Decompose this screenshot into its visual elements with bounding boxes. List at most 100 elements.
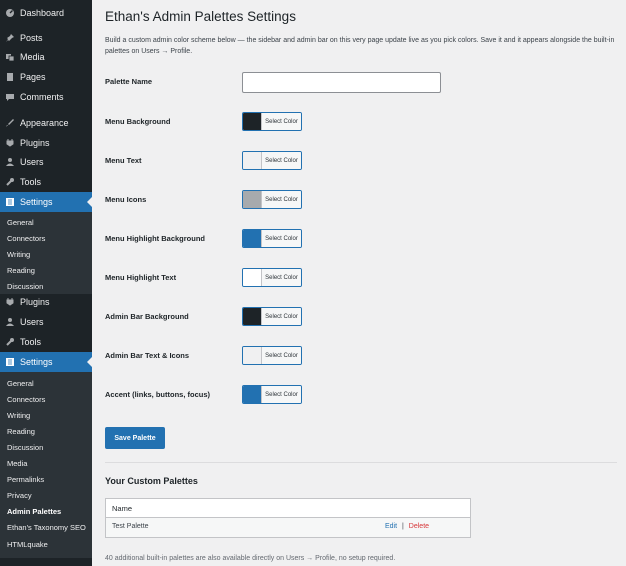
color-swatch bbox=[243, 152, 261, 169]
submenu-item-media[interactable]: Media bbox=[7, 459, 27, 469]
edit-link[interactable]: Edit bbox=[385, 523, 397, 530]
sidebar-item-users-2[interactable]: Users bbox=[0, 312, 92, 332]
select-color-button[interactable]: Select Color bbox=[261, 347, 301, 364]
table-row: Test Palette Edit | Delete bbox=[106, 518, 470, 537]
color-row-label: Admin Bar Background bbox=[105, 312, 189, 321]
sidebar-item-dashboard[interactable]: Dashboard bbox=[0, 3, 92, 23]
sidebar-label: Settings bbox=[20, 197, 53, 207]
custom-palettes-heading: Your Custom Palettes bbox=[105, 476, 198, 486]
color-row-label: Menu Background bbox=[105, 117, 171, 126]
comment-icon bbox=[5, 92, 15, 102]
submenu-item-htmlquake[interactable]: HTMLquake bbox=[7, 540, 48, 550]
palette-name-input[interactable] bbox=[242, 72, 441, 93]
sidebar-label: Media bbox=[20, 52, 45, 62]
dashboard-icon bbox=[5, 8, 15, 18]
color-row-label: Accent (links, buttons, focus) bbox=[105, 390, 211, 399]
page-description: Build a custom admin color scheme below … bbox=[105, 37, 615, 55]
sidebar-label: Users bbox=[20, 157, 44, 167]
color-swatch bbox=[243, 386, 261, 403]
color-swatch bbox=[243, 308, 261, 325]
wrench-icon bbox=[5, 177, 15, 187]
select-color-button[interactable]: Select Color bbox=[261, 386, 301, 403]
select-color-button[interactable]: Select Color bbox=[261, 191, 301, 208]
page-icon bbox=[5, 72, 15, 82]
sidebar-item-tools-2[interactable]: Tools bbox=[0, 332, 92, 352]
pin-icon bbox=[5, 33, 15, 43]
color-row-label: Admin Bar Text & Icons bbox=[105, 351, 190, 360]
submenu-item-discussion[interactable]: Discussion bbox=[7, 443, 43, 453]
delete-link[interactable]: Delete bbox=[409, 523, 429, 530]
sidebar-item-posts[interactable]: Posts bbox=[0, 28, 92, 48]
menu-icons-color-picker[interactable]: Select Color bbox=[242, 190, 302, 209]
main-content: Ethan's Admin Palettes Settings Build a … bbox=[92, 0, 626, 566]
sidebar-item-users[interactable]: Users bbox=[0, 152, 92, 172]
admin-bar-bg-color-picker[interactable]: Select Color bbox=[242, 307, 302, 326]
submenu-item-admin-palettes[interactable]: Admin Palettes bbox=[7, 507, 61, 517]
menu-text-color-picker[interactable]: Select Color bbox=[242, 151, 302, 170]
submenu-item-discussion[interactable]: Discussion bbox=[7, 282, 43, 292]
color-swatch bbox=[243, 191, 261, 208]
sidebar-item-plugins[interactable]: Plugins bbox=[0, 133, 92, 153]
action-separator: | bbox=[402, 523, 404, 530]
menu-background-color-picker[interactable]: Select Color bbox=[242, 112, 302, 131]
sidebar-label: Users bbox=[20, 317, 44, 327]
brush-icon bbox=[5, 118, 15, 128]
select-color-button[interactable]: Select Color bbox=[261, 269, 301, 286]
user-icon bbox=[5, 157, 15, 167]
sidebar-label: Posts bbox=[20, 33, 43, 43]
submenu-item-connectors[interactable]: Connectors bbox=[7, 234, 45, 244]
submenu-item-privacy[interactable]: Privacy bbox=[7, 491, 32, 501]
submenu-item-taxonomy-seo[interactable]: Ethan's Taxonomy SEO bbox=[7, 523, 86, 533]
submenu-item-general[interactable]: General bbox=[7, 218, 34, 228]
sidebar-item-settings-2[interactable]: Settings bbox=[0, 352, 92, 372]
color-row-label: Menu Highlight Text bbox=[105, 273, 177, 282]
menu-highlight-text-color-picker[interactable]: Select Color bbox=[242, 268, 302, 287]
settings-icon bbox=[5, 357, 15, 367]
plug-icon bbox=[5, 138, 15, 148]
admin-bar-text-color-picker[interactable]: Select Color bbox=[242, 346, 302, 365]
page-title: Ethan's Admin Palettes Settings bbox=[105, 9, 296, 24]
color-row-label: Menu Highlight Background bbox=[105, 234, 205, 243]
palette-name-cell: Test Palette bbox=[112, 523, 149, 530]
color-swatch bbox=[243, 113, 261, 130]
table-header-row: Name bbox=[106, 499, 470, 518]
user-icon bbox=[5, 317, 15, 327]
wrench-icon bbox=[5, 337, 15, 347]
sidebar-label: Pages bbox=[20, 72, 46, 82]
submenu-item-connectors[interactable]: Connectors bbox=[7, 395, 45, 405]
sidebar-item-settings[interactable]: Settings bbox=[0, 192, 92, 212]
sidebar-item-appearance[interactable]: Appearance bbox=[0, 113, 92, 133]
select-color-button[interactable]: Select Color bbox=[261, 152, 301, 169]
submenu-item-reading[interactable]: Reading bbox=[7, 427, 35, 437]
submenu-item-general[interactable]: General bbox=[7, 379, 34, 389]
submenu-item-permalinks[interactable]: Permalinks bbox=[7, 475, 44, 485]
save-palette-button[interactable]: Save Palette bbox=[105, 427, 165, 449]
accent-color-picker[interactable]: Select Color bbox=[242, 385, 302, 404]
submenu-item-writing[interactable]: Writing bbox=[7, 411, 30, 421]
select-color-button[interactable]: Select Color bbox=[261, 113, 301, 130]
color-swatch bbox=[243, 269, 261, 286]
palette-name-label: Palette Name bbox=[105, 77, 153, 86]
color-swatch bbox=[243, 230, 261, 247]
submenu-item-writing[interactable]: Writing bbox=[7, 250, 30, 260]
sidebar-item-tools[interactable]: Tools bbox=[0, 172, 92, 192]
sidebar-label: Appearance bbox=[20, 118, 69, 128]
section-divider bbox=[105, 462, 617, 463]
plug-icon bbox=[5, 297, 15, 307]
sidebar-label: Tools bbox=[20, 337, 42, 347]
sidebar-label: Plugins bbox=[20, 297, 50, 307]
admin-sidebar: Dashboard Posts Media Pages Comments App… bbox=[0, 0, 92, 566]
color-swatch bbox=[243, 347, 261, 364]
sidebar-item-comments[interactable]: Comments bbox=[0, 87, 92, 107]
sidebar-item-plugins-2[interactable]: Plugins bbox=[0, 292, 92, 312]
sidebar-item-media[interactable]: Media bbox=[0, 47, 92, 67]
menu-highlight-bg-color-picker[interactable]: Select Color bbox=[242, 229, 302, 248]
custom-palettes-table: Name Test Palette Edit | Delete bbox=[105, 498, 471, 538]
submenu-item-reading[interactable]: Reading bbox=[7, 266, 35, 276]
settings-icon bbox=[5, 197, 15, 207]
column-header-name: Name bbox=[112, 504, 133, 513]
sidebar-label: Tools bbox=[20, 177, 42, 187]
select-color-button[interactable]: Select Color bbox=[261, 230, 301, 247]
select-color-button[interactable]: Select Color bbox=[261, 308, 301, 325]
sidebar-item-pages[interactable]: Pages bbox=[0, 67, 92, 87]
